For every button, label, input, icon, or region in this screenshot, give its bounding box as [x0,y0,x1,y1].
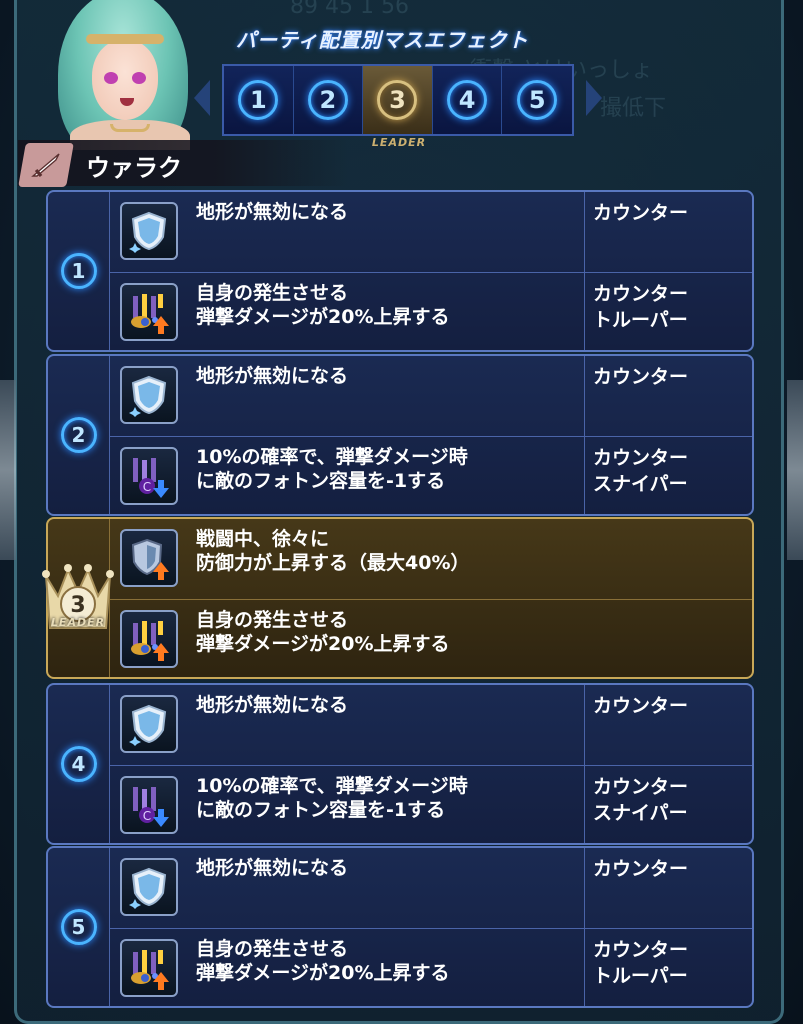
shield-icon [120,858,178,916]
svg-text:C: C [143,809,151,823]
slot-number: 5 [60,909,97,945]
tab-number: 4 [447,80,488,120]
position-tabs: 12345 LEADER [194,64,602,149]
tab-number: 2 [307,80,348,120]
tab-number: 5 [517,80,558,120]
background-stats: 89 45 1 56 [290,0,409,19]
tab-position-3[interactable]: 3 [363,66,433,134]
effect-description: 戦闘中、徐々に 防御力が上昇する（最大40%） [196,528,470,574]
formation-slot-3: 戦闘中、徐々に 防御力が上昇する（最大40%） 自身の発生させる 弾撃ダメージが2… [46,517,754,679]
effect-condition: カウンター スナイパー [584,437,752,514]
mass-effect-row: C 10%の確率で、弾撃ダメージ時 に敵のフォトン容量を-1する カウンター スナイ… [110,765,752,843]
sword-class-icon [18,143,74,187]
attack-up-icon [120,610,178,668]
slot-number-cell: 5 [48,848,110,1006]
right-edge-ornament [787,380,803,560]
photon-down-icon: C [120,776,178,834]
effect-description: 10%の確率で、弾撃ダメージ時 に敵のフォトン容量を-1する [196,446,468,492]
left-edge-ornament [0,380,16,560]
effect-condition: カウンター [584,685,752,765]
defense-up-icon [120,529,178,587]
mass-effect-row: 地形が無効になる カウンター [110,685,752,765]
tab-position-2[interactable]: 2 [293,66,364,134]
formation-slot-2: 2 地形が無効になる カウンター C 10%の確率で、弾撃ダメージ時 に敵のフォトン容量… [46,354,754,516]
mass-effect-row: C 10%の確率で、弾撃ダメージ時 に敵のフォトン容量を-1する カウンター スナイ… [110,436,752,514]
attack-up-icon [120,283,178,341]
tab-position-5[interactable]: 5 [502,66,572,134]
shield-icon [120,366,178,424]
effect-description: 自身の発生させる 弾撃ダメージが20%上昇する [196,938,450,984]
mass-effect-row: 自身の発生させる 弾撃ダメージが20%上昇する カウンター トルーパー [110,272,752,350]
unit-name: ウァラク [86,154,182,182]
mass-effect-row: 地形が無効になる カウンター [110,356,752,436]
effect-condition: カウンター トルーパー [584,929,752,1006]
effect-condition: カウンター スナイパー [584,766,752,843]
effect-condition: カウンター [584,192,752,272]
effect-description: 地形が無効になる [196,365,349,387]
dialog-title: パーティ配置別マスエフェクト [236,28,529,52]
leader-slot-label: LEADER [50,616,106,629]
effect-condition: カウンター トルーパー [584,273,752,350]
attack-up-icon [120,939,178,997]
prev-arrow-icon[interactable] [194,80,210,116]
effect-condition: カウンター [584,356,752,436]
formation-slot-5: 5 地形が無効になる カウンター自身の発生させる 弾撃ダメージが20%上昇する カウン… [46,846,754,1008]
mass-effect-row: 自身の発生させる 弾撃ダメージが20%上昇する カウンター トルーパー [110,928,752,1006]
mass-effect-row: 戦闘中、徐々に 防御力が上昇する（最大40%） [110,519,752,599]
photon-down-icon: C [120,447,178,505]
leader-tab-label: LEADER [371,136,427,149]
effect-description: 10%の確率で、弾撃ダメージ時 に敵のフォトン容量を-1する [196,775,468,821]
tab-position-1[interactable]: 1 [224,66,294,134]
effect-description: 地形が無効になる [196,857,349,879]
svg-text:C: C [143,480,151,494]
slot-number: 2 [60,417,97,453]
effect-description: 自身の発生させる 弾撃ダメージが20%上昇する [196,282,450,328]
effect-condition: カウンター [584,848,752,928]
slot-number: 1 [60,253,97,289]
slot-number-cell: 1 [48,192,110,350]
svg-text:3: 3 [70,593,85,618]
effect-description: 地形が無効になる [196,694,349,716]
tab-position-4[interactable]: 4 [432,66,503,134]
slot-number-cell: 4 [48,685,110,843]
effect-description: 自身の発生させる 弾撃ダメージが20%上昇する [196,609,450,655]
shield-icon [120,202,178,260]
screen: 89 45 1 56 衝撃 とけいっしょ 撮低下 パーティ配置別マスエフェクト … [0,0,803,1024]
formation-slot-4: 4 地形が無効になる カウンター C 10%の確率で、弾撃ダメージ時 に敵のフォトン容量… [46,683,754,845]
mass-effect-row: 地形が無効になる カウンター [110,848,752,928]
background-text-2: 撮低下 [600,96,667,121]
mass-effect-row: 地形が無効になる カウンター [110,192,752,272]
mass-effect-row: 自身の発生させる 弾撃ダメージが20%上昇する [110,599,752,677]
next-arrow-icon[interactable] [586,80,602,116]
formation-slot-1: 1 地形が無効になる カウンター自身の発生させる 弾撃ダメージが20%上昇する カウン… [46,190,754,352]
effect-description: 地形が無効になる [196,201,349,223]
tab-number: 3 [377,80,418,120]
tab-number: 1 [238,80,279,120]
shield-icon [120,695,178,753]
slot-number: 4 [60,746,97,782]
slot-number-cell: 2 [48,356,110,514]
unit-portrait [40,0,200,150]
